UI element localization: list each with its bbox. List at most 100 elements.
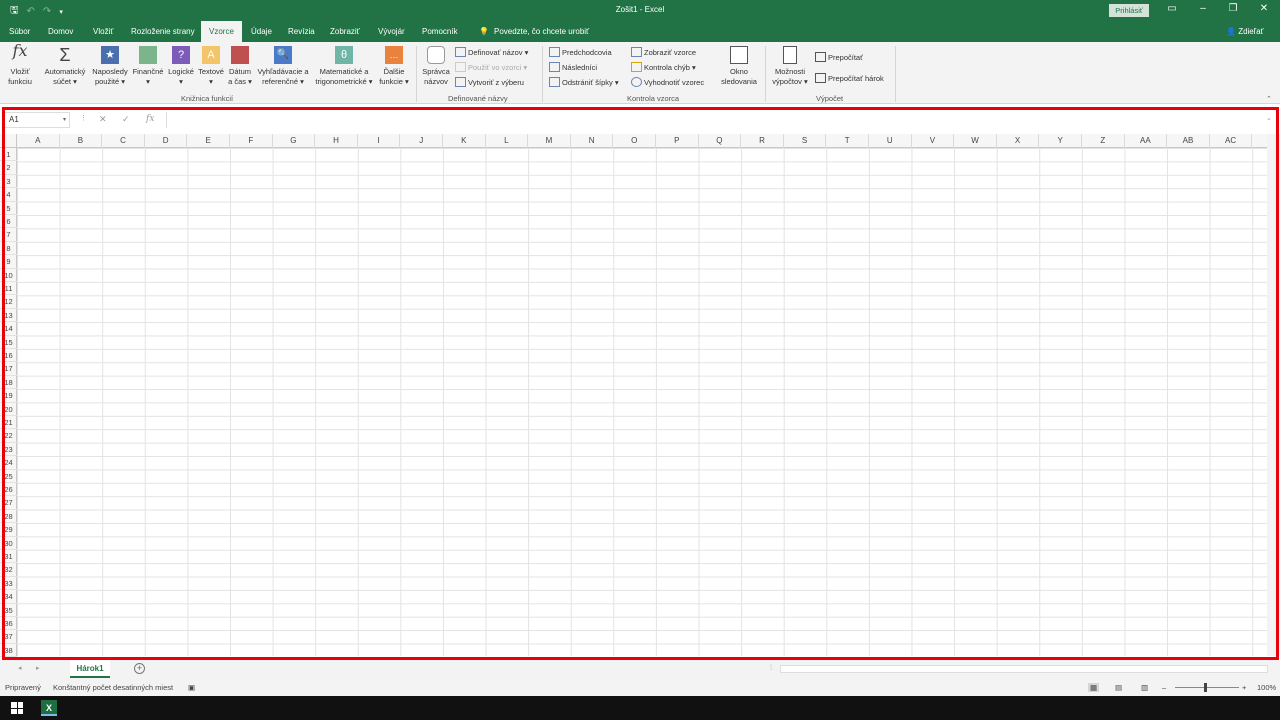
name-box[interactable]: A1 ▾ [4, 112, 70, 128]
enter-icon[interactable]: ✓ [122, 114, 130, 125]
row-header[interactable]: 15 [0, 336, 17, 349]
calculate-now-button[interactable]: Prepočítať [815, 52, 863, 63]
trace-dependents-button[interactable]: Následníci [549, 62, 597, 73]
row-header[interactable]: 3 [0, 175, 17, 189]
datetime-button[interactable]: Dátum a čas ▾ [226, 44, 254, 87]
row-header[interactable]: 26 [0, 483, 17, 497]
excel-taskbar-icon[interactable]: X [41, 700, 57, 716]
column-header[interactable]: I [358, 134, 401, 148]
prev-sheet-icon[interactable]: ◂ [18, 664, 22, 672]
show-formulas-button[interactable]: Zobraziť vzorce [631, 47, 696, 58]
minimize-icon[interactable]: – [1196, 3, 1210, 14]
evaluate-formula-button[interactable]: Vyhodnotiť vzorec [631, 77, 704, 88]
create-from-selection-button[interactable]: Vytvoriť z výberu [455, 77, 524, 88]
page-break-view-icon[interactable]: ▥ [1141, 683, 1148, 692]
tab-split-handle-icon[interactable]: ⋮ [768, 664, 774, 671]
tab-formulas[interactable]: Vzorce [201, 21, 242, 42]
column-header[interactable]: F [230, 134, 273, 148]
row-header[interactable]: 22 [0, 429, 17, 443]
column-header[interactable]: E [187, 134, 230, 148]
column-header[interactable]: Q [699, 134, 742, 148]
row-header[interactable]: 6 [0, 215, 17, 229]
sign-in-button[interactable]: Prihlásiť [1109, 4, 1149, 17]
row-header[interactable]: 10 [0, 269, 17, 282]
row-header[interactable]: 20 [0, 403, 17, 416]
column-header[interactable]: T [826, 134, 869, 148]
cell-area[interactable] [17, 148, 1267, 656]
horizontal-scrollbar[interactable] [780, 665, 1268, 673]
add-sheet-icon[interactable]: + [134, 663, 145, 674]
close-icon[interactable]: ✕ [1257, 3, 1271, 14]
calculate-sheet-button[interactable]: Prepočítať hárok [815, 73, 884, 84]
trace-precedents-button[interactable]: Predchodcovia [549, 47, 612, 58]
tab-developer[interactable]: Vývojár [378, 21, 405, 42]
sheet-tab[interactable]: Hárok1 [70, 660, 110, 678]
restore-icon[interactable]: ❐ [1226, 3, 1240, 14]
expand-formula-bar-icon[interactable]: ⌄ [1266, 114, 1272, 122]
math-trig-button[interactable]: θ Matematické a trigonometrické ▾ [312, 44, 376, 87]
row-header[interactable]: 25 [0, 470, 17, 483]
column-header[interactable]: W [954, 134, 997, 148]
row-header[interactable]: 19 [0, 389, 17, 403]
name-box-dropdown-icon[interactable]: ▾ [63, 113, 66, 127]
macro-record-icon[interactable]: ▣ [188, 683, 195, 692]
row-header[interactable]: 38 [0, 644, 17, 658]
row-header[interactable]: 34 [0, 590, 17, 604]
row-header[interactable]: 5 [0, 202, 17, 215]
collapse-ribbon-icon[interactable]: ⌃ [1266, 95, 1272, 103]
column-header[interactable]: R [741, 134, 784, 148]
column-header[interactable]: K [443, 134, 486, 148]
zoom-out-icon[interactable]: – [1162, 683, 1166, 692]
row-header[interactable]: 31 [0, 550, 17, 564]
column-header[interactable]: S [784, 134, 827, 148]
insert-function-icon[interactable]: fx [146, 114, 154, 124]
row-header[interactable]: 8 [0, 242, 17, 256]
cancel-icon[interactable]: ✕ [99, 114, 107, 125]
row-header[interactable]: 36 [0, 617, 17, 631]
ribbon-display-options-icon[interactable]: ▭ [1165, 3, 1179, 14]
lookup-reference-button[interactable]: 🔍 Vyhľadávacie a referenčné ▾ [255, 44, 311, 87]
column-header[interactable]: N [571, 134, 614, 148]
column-header[interactable]: X [997, 134, 1040, 148]
row-header[interactable]: 11 [0, 282, 17, 296]
name-manager-button[interactable]: Správca názvov [420, 44, 452, 87]
tab-review[interactable]: Revízia [288, 21, 315, 42]
select-all-button[interactable] [0, 134, 17, 148]
column-header[interactable]: H [315, 134, 358, 148]
row-header[interactable]: 27 [0, 496, 17, 510]
share-button[interactable]: 👤 Zdieľať [1226, 21, 1264, 42]
normal-view-icon[interactable]: ▦ [1088, 683, 1100, 692]
row-header[interactable]: 33 [0, 577, 17, 591]
column-header[interactable]: U [869, 134, 912, 148]
row-header[interactable]: 4 [0, 188, 17, 202]
remove-arrows-button[interactable]: Odstrániť šípky ▾ [549, 77, 619, 88]
row-header[interactable]: 7 [0, 228, 17, 242]
row-header[interactable]: 14 [0, 322, 17, 336]
column-header[interactable]: G [273, 134, 316, 148]
row-header[interactable]: 9 [0, 255, 17, 269]
row-header[interactable]: 32 [0, 563, 17, 577]
financial-button[interactable]: Finančné ▾ [131, 44, 165, 87]
insert-function-button[interactable]: fx Vložiť funkciu [5, 43, 35, 87]
row-header[interactable]: 35 [0, 604, 17, 617]
column-header[interactable]: Z [1082, 134, 1125, 148]
zoom-in-icon[interactable]: + [1242, 683, 1246, 692]
row-header[interactable]: 1 [0, 148, 17, 162]
row-header[interactable]: 18 [0, 376, 17, 390]
row-header[interactable]: 12 [0, 295, 17, 309]
next-sheet-icon[interactable]: ▸ [36, 664, 40, 672]
zoom-slider[interactable] [1175, 687, 1239, 688]
vertical-scrollbar[interactable] [1267, 134, 1280, 656]
zoom-slider-thumb[interactable] [1204, 683, 1207, 692]
row-header[interactable]: 13 [0, 309, 17, 323]
column-header[interactable]: B [60, 134, 103, 148]
column-header[interactable]: AA [1125, 134, 1168, 148]
column-header[interactable]: AB [1167, 134, 1210, 148]
tab-page-layout[interactable]: Rozloženie strany [131, 21, 195, 42]
use-in-formula-button[interactable]: Použiť vo vzorci ▾ [455, 62, 527, 73]
text-button[interactable]: A Textové ▾ [197, 44, 225, 87]
column-header[interactable]: Y [1039, 134, 1082, 148]
formula-input[interactable] [166, 112, 1266, 128]
row-header[interactable]: 24 [0, 456, 17, 470]
autosum-button[interactable]: Σ Automatický súčet ▾ [41, 44, 89, 87]
